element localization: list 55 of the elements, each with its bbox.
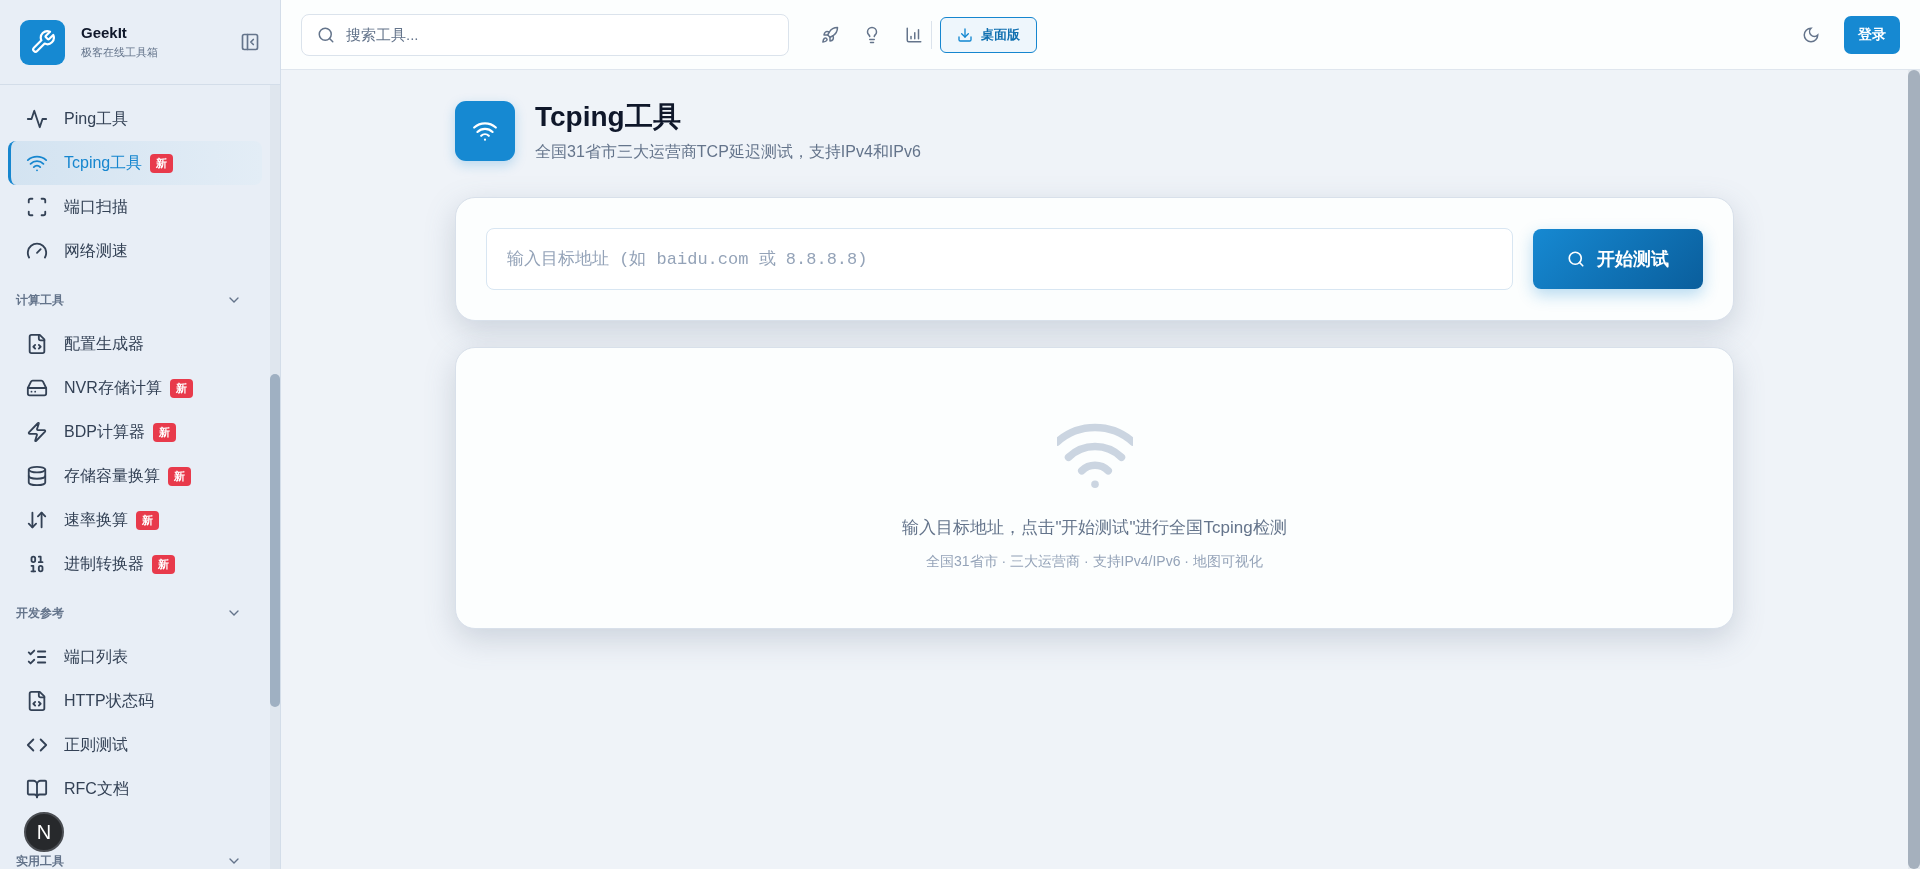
collapse-sidebar-icon[interactable] [240,32,260,52]
section-heading: 实用工具 [16,852,64,869]
nav-item[interactable]: HTTP状态码 [8,679,262,723]
search-icon [1567,250,1585,268]
pulse-icon [26,108,48,130]
search-field[interactable]: 搜索工具... [301,13,789,56]
nav-item[interactable]: 正则测试 [8,723,262,767]
desktop-download-button[interactable]: 桌面版 [940,16,1037,53]
new-badge: 新 [136,510,159,530]
feature-list: 全国31省市 · 三大运营商 · 支持IPv4/IPv6 · 地图可视化 [926,553,1263,571]
app-tagline: 极客在线工具箱 [81,45,159,60]
start-test-button[interactable]: 开始测试 [1533,229,1703,289]
database-icon [26,465,48,487]
nav-item[interactable]: 端口列表 [8,635,262,679]
rocket-icon[interactable] [821,25,839,44]
nav-item[interactable]: BDP计算器 新 [8,410,262,454]
new-badge: 新 [152,422,176,442]
moon-icon[interactable] [1802,25,1820,44]
nav-item[interactable]: 配置生成器 [8,322,262,366]
scan-icon [26,196,48,218]
lightning-icon [26,421,48,443]
code-file-icon [26,690,48,712]
section-heading: 计算工具 [16,291,64,309]
nav-item[interactable]: RFC文档 [8,767,262,811]
bar-chart-icon[interactable] [905,25,923,44]
code-file-icon [26,333,48,355]
section-heading: 开发参考 [16,604,64,622]
new-badge: 新 [169,378,193,398]
new-badge: 新 [150,153,174,173]
nav-item[interactable]: 端口扫描 [8,185,262,229]
nav-item[interactable]: 网络测速 [8,229,262,273]
arrows-icon [26,509,48,531]
new-badge: 新 [152,554,175,574]
nav-item[interactable]: NVR存储计算 新 [8,366,262,410]
page-title: Tcping工具 [535,100,682,134]
nav-item[interactable]: 速率换算 新 [8,498,262,542]
target-address-field[interactable]: 输入目标地址 (如 baidu.com 或 8.8.8.8) [486,228,1513,290]
app-name: GeekIt [81,24,128,41]
login-button[interactable]: 登录 [1844,15,1900,54]
wifi-icon [455,100,515,161]
scrollbar-thumb[interactable] [270,374,280,707]
nav-item[interactable]: Ping工具 [8,97,262,141]
download-icon [957,26,973,43]
nav-item[interactable]: Tcping工具 新 [8,141,262,185]
search-icon [317,25,335,44]
new-badge: 新 [168,466,191,486]
empty-message: 输入目标地址，点击"开始测试"进行全国Tcping检测 [902,517,1287,539]
nav-item[interactable]: 进制转换器 新 [8,542,262,586]
nav-item[interactable]: 存储容量换算 新 [8,454,262,498]
drive-icon [26,377,48,399]
logo-icon [20,19,65,65]
scrollbar-thumb[interactable] [1908,70,1920,869]
book-icon [26,778,48,800]
page-subtitle: 全国31省市三大运营商TCP延迟测试，支持IPv4和IPv6 [535,142,921,162]
dev-tools-button[interactable]: N [24,812,64,852]
